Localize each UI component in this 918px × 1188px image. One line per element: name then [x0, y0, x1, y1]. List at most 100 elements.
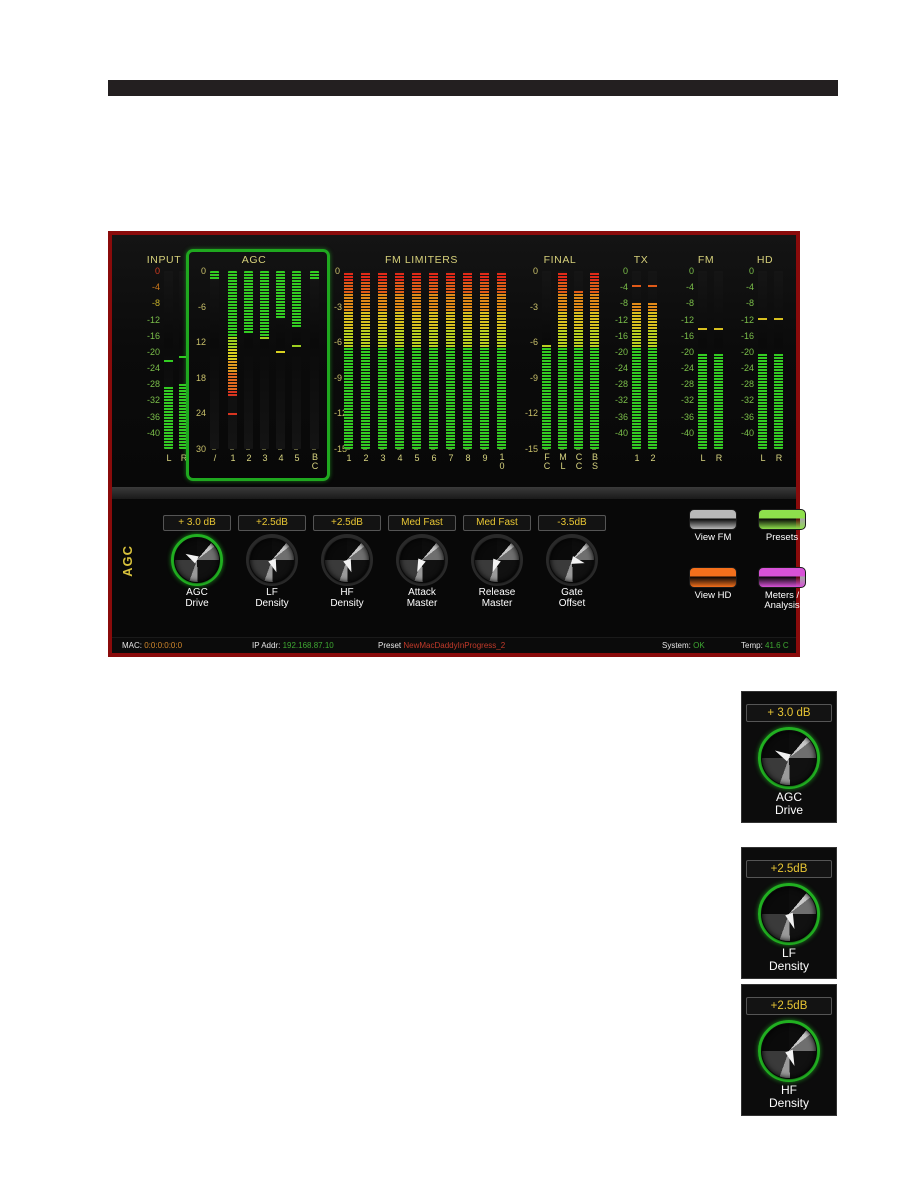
meter-segment	[480, 369, 489, 371]
meter-segment	[292, 325, 301, 327]
meter-segment	[361, 273, 370, 275]
meter-segment	[698, 411, 707, 413]
meter-segment	[344, 417, 353, 419]
button-view-hd[interactable]: View HD	[683, 567, 743, 601]
button-meters[interactable]: Meters / Analysis	[752, 567, 812, 611]
knob-hf-density[interactable]: +2.5dB HF Density	[310, 515, 384, 609]
meter-segment	[480, 348, 489, 350]
meter-segment	[276, 301, 285, 303]
meter-segment	[344, 279, 353, 281]
meter-segment	[698, 444, 707, 446]
button-face[interactable]	[758, 567, 806, 588]
button-face[interactable]	[758, 509, 806, 530]
meter-segment	[480, 432, 489, 434]
meter-segment	[497, 402, 506, 404]
knob-gate-offset[interactable]: -3.5dB Gate Offset	[535, 515, 609, 609]
meter-scale-label: -9	[334, 372, 343, 383]
meter-segment	[244, 274, 253, 276]
knob-value-display[interactable]: +2.5dB	[313, 515, 381, 531]
meter-segment	[590, 312, 599, 314]
meter-segment	[344, 396, 353, 398]
meter-segment	[714, 393, 723, 395]
meter-segment	[632, 324, 641, 326]
meter-segment	[480, 402, 489, 404]
meter-segment	[292, 277, 301, 279]
knob-dial[interactable]	[546, 534, 598, 586]
meter-segment	[344, 381, 353, 383]
meter-scale-label: -28	[614, 379, 628, 390]
knob-value-display[interactable]: -3.5dB	[538, 515, 606, 531]
meter-segment	[590, 366, 599, 368]
meter-segment	[542, 345, 551, 347]
meter-segment	[344, 357, 353, 359]
knob-release-master[interactable]: Med Fast Release Master	[460, 515, 534, 609]
meter-segment	[774, 438, 783, 440]
knob-dial[interactable]	[246, 534, 298, 586]
meter-segment	[446, 285, 455, 287]
meter-segment	[260, 298, 269, 300]
meter-segment	[542, 354, 551, 356]
meter-scale-label: -6	[197, 301, 206, 312]
knob-value-display[interactable]: + 3.0 dB	[163, 515, 231, 531]
meter-segment	[480, 396, 489, 398]
meter-segment	[260, 319, 269, 321]
meter-segment	[480, 390, 489, 392]
meter-segment	[344, 432, 353, 434]
meter-segment	[648, 327, 657, 329]
meter-scale-label: -4	[619, 282, 628, 293]
meter-segment	[480, 399, 489, 401]
meter-bar	[758, 271, 767, 449]
meter-bar	[395, 271, 404, 449]
knob-value-display[interactable]: Med Fast	[463, 515, 531, 531]
meter-segment	[228, 334, 237, 336]
meter-segment	[542, 378, 551, 380]
button-view-fm[interactable]: View FM	[683, 509, 743, 543]
meter-segment	[558, 321, 567, 323]
meter-column-label: 10	[499, 452, 505, 471]
meter-segment	[542, 393, 551, 395]
meter-segment	[412, 276, 421, 278]
meter-scale-label: -20	[740, 346, 754, 357]
meter-segment	[429, 285, 438, 287]
meter-segment	[480, 420, 489, 422]
meter-segment	[164, 405, 173, 407]
meter-tick	[448, 449, 452, 450]
meter-segment	[378, 447, 387, 449]
meter-segment	[590, 417, 599, 419]
meter-segment	[412, 408, 421, 410]
knob-dial[interactable]	[171, 534, 223, 586]
meter-segment	[179, 447, 188, 449]
meter-segment	[378, 354, 387, 356]
knob-value-display[interactable]: Med Fast	[388, 515, 456, 531]
meter-segment	[558, 378, 567, 380]
meter-segment	[542, 369, 551, 371]
meter-segment	[344, 330, 353, 332]
meter-segment	[542, 408, 551, 410]
knob-lf-density[interactable]: +2.5dB LF Density	[235, 515, 309, 609]
meter-segment	[648, 360, 657, 362]
button-face[interactable]	[689, 567, 737, 588]
button-presets[interactable]: Presets	[752, 509, 812, 543]
meter-segment	[446, 375, 455, 377]
meter-segment	[590, 360, 599, 362]
knob-agc-drive[interactable]: + 3.0 dB AGC Drive	[160, 515, 234, 609]
knob-dial[interactable]	[396, 534, 448, 586]
meter-segment	[758, 363, 767, 365]
knob-dial[interactable]	[471, 534, 523, 586]
meter-segment	[632, 360, 641, 362]
meter-segment	[164, 429, 173, 431]
knob-attack-master[interactable]: Med Fast Attack Master	[385, 515, 459, 609]
meter-column-label: 9	[482, 453, 488, 463]
meter-segment	[395, 372, 404, 374]
meter-segment	[480, 423, 489, 425]
knob-value-display[interactable]: +2.5dB	[238, 515, 306, 531]
meter-segment	[463, 369, 472, 371]
meter-segment	[574, 378, 583, 380]
button-face[interactable]	[689, 509, 737, 530]
meter-segment	[446, 405, 455, 407]
meter-segment	[344, 285, 353, 287]
meter-segment	[378, 399, 387, 401]
knob-dial[interactable]	[321, 534, 373, 586]
status-ip-value: 192.168.87.10	[282, 641, 334, 650]
status-system-key: System:	[662, 641, 691, 650]
